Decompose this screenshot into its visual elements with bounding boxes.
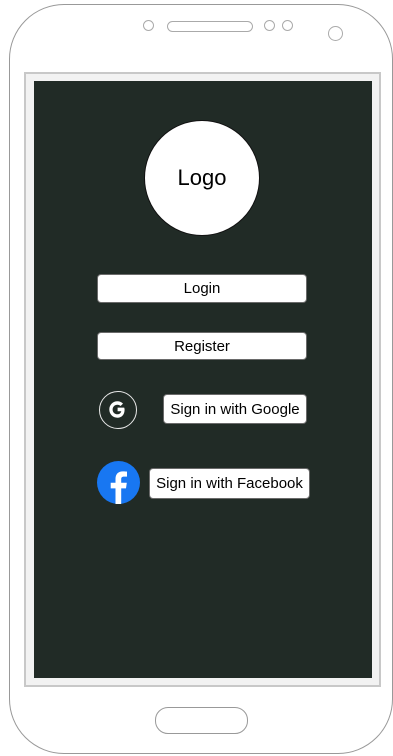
facebook-icon[interactable] <box>97 461 140 504</box>
sign-in-with-facebook-button[interactable]: Sign in with Facebook <box>149 468 310 499</box>
proximity-sensor <box>143 20 154 31</box>
sensor-dot <box>282 20 293 31</box>
logo-placeholder: Logo <box>144 120 260 236</box>
sensor-dot <box>264 20 275 31</box>
login-button[interactable]: Login <box>97 274 307 303</box>
home-button[interactable] <box>155 707 248 734</box>
front-camera <box>328 26 343 41</box>
sign-in-with-google-button[interactable]: Sign in with Google <box>163 394 307 424</box>
logo-text: Logo <box>177 165 227 190</box>
google-icon[interactable] <box>99 391 137 429</box>
earpiece-speaker <box>167 21 253 32</box>
register-button[interactable]: Register <box>97 332 307 360</box>
